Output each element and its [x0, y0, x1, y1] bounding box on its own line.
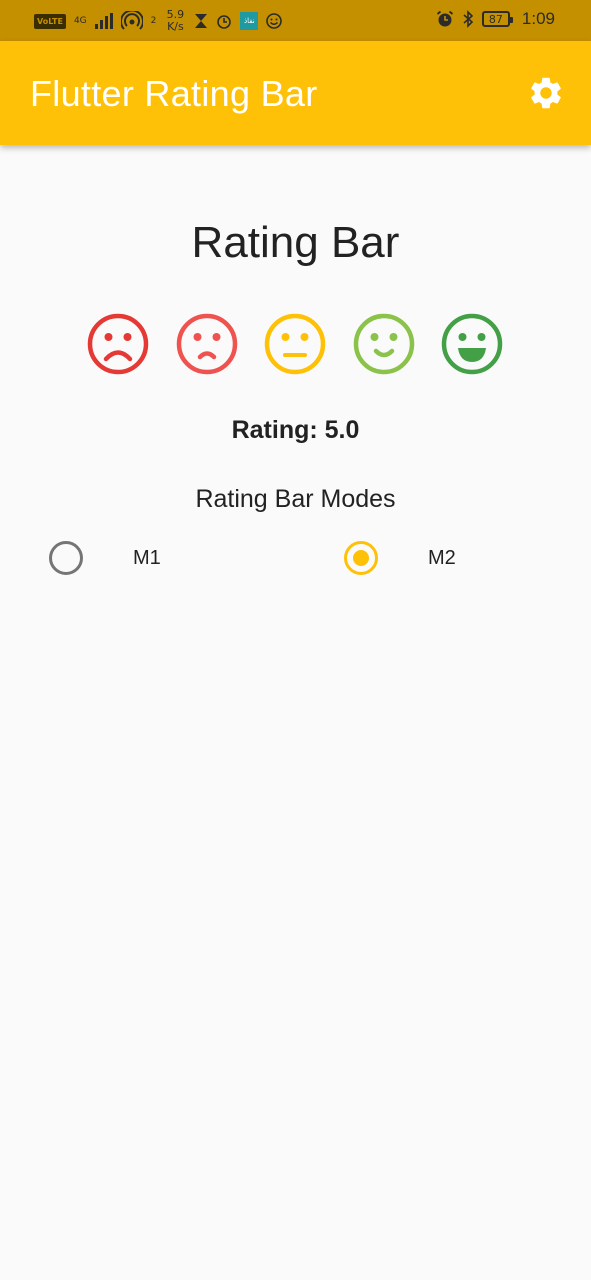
- status-right-group: 87 1:09: [436, 9, 555, 29]
- alarm-clock-icon: [217, 15, 232, 29]
- mode-option-m1[interactable]: M1: [49, 540, 161, 576]
- mode-label-m2: M2: [428, 546, 456, 569]
- bluetooth-icon: [463, 10, 474, 28]
- mode-option-m2[interactable]: M2: [344, 540, 456, 576]
- rating-face-5[interactable]: [441, 313, 503, 375]
- very-satisfied-icon: [441, 313, 503, 375]
- settings-button[interactable]: [526, 73, 566, 113]
- rating-face-4[interactable]: [353, 313, 415, 375]
- rating-value-text: Rating: 5.0: [231, 416, 360, 444]
- battery-icon: 87: [481, 11, 513, 27]
- rating-face-1[interactable]: [87, 313, 149, 375]
- rating-face-3[interactable]: [264, 313, 326, 375]
- page-heading: Rating Bar: [191, 218, 400, 267]
- alarm-icon: [436, 10, 453, 27]
- modes-title: Rating Bar Modes: [195, 485, 396, 513]
- radio-selected-dot: [353, 550, 369, 566]
- radio-m2[interactable]: [344, 541, 378, 575]
- gear-icon: [531, 77, 561, 109]
- hotspot-icon: [120, 11, 143, 30]
- hotspot-count: 2: [150, 16, 157, 26]
- radio-m1[interactable]: [49, 541, 83, 575]
- satisfied-icon: [353, 313, 415, 375]
- very-dissatisfied-icon: [87, 313, 149, 375]
- app-bar: Flutter Rating Bar: [0, 41, 591, 145]
- smiley-notification-icon: [266, 13, 283, 29]
- mode-label-m1: M1: [133, 546, 161, 569]
- network-speed: 5.9 K/s: [164, 9, 186, 33]
- hourglass-icon: [195, 14, 208, 28]
- speed-unit: K/s: [167, 20, 184, 33]
- app-badge: نفاذ: [240, 12, 259, 30]
- status-left-group: VoLTE 4G 2 5.9 K/s نفاذ: [34, 9, 283, 33]
- rating-bar: [0, 313, 591, 377]
- dissatisfied-icon: [176, 313, 238, 375]
- network-type: 4G: [73, 16, 87, 26]
- app-title: Flutter Rating Bar: [30, 73, 318, 114]
- signal-icon: [94, 13, 113, 29]
- rating-face-2[interactable]: [176, 313, 238, 375]
- volte-badge: VoLTE: [34, 13, 66, 29]
- status-bar: VoLTE 4G 2 5.9 K/s نفاذ 87 1:09: [0, 0, 591, 41]
- clock: 1:09: [521, 9, 555, 28]
- neutral-icon: [264, 313, 326, 375]
